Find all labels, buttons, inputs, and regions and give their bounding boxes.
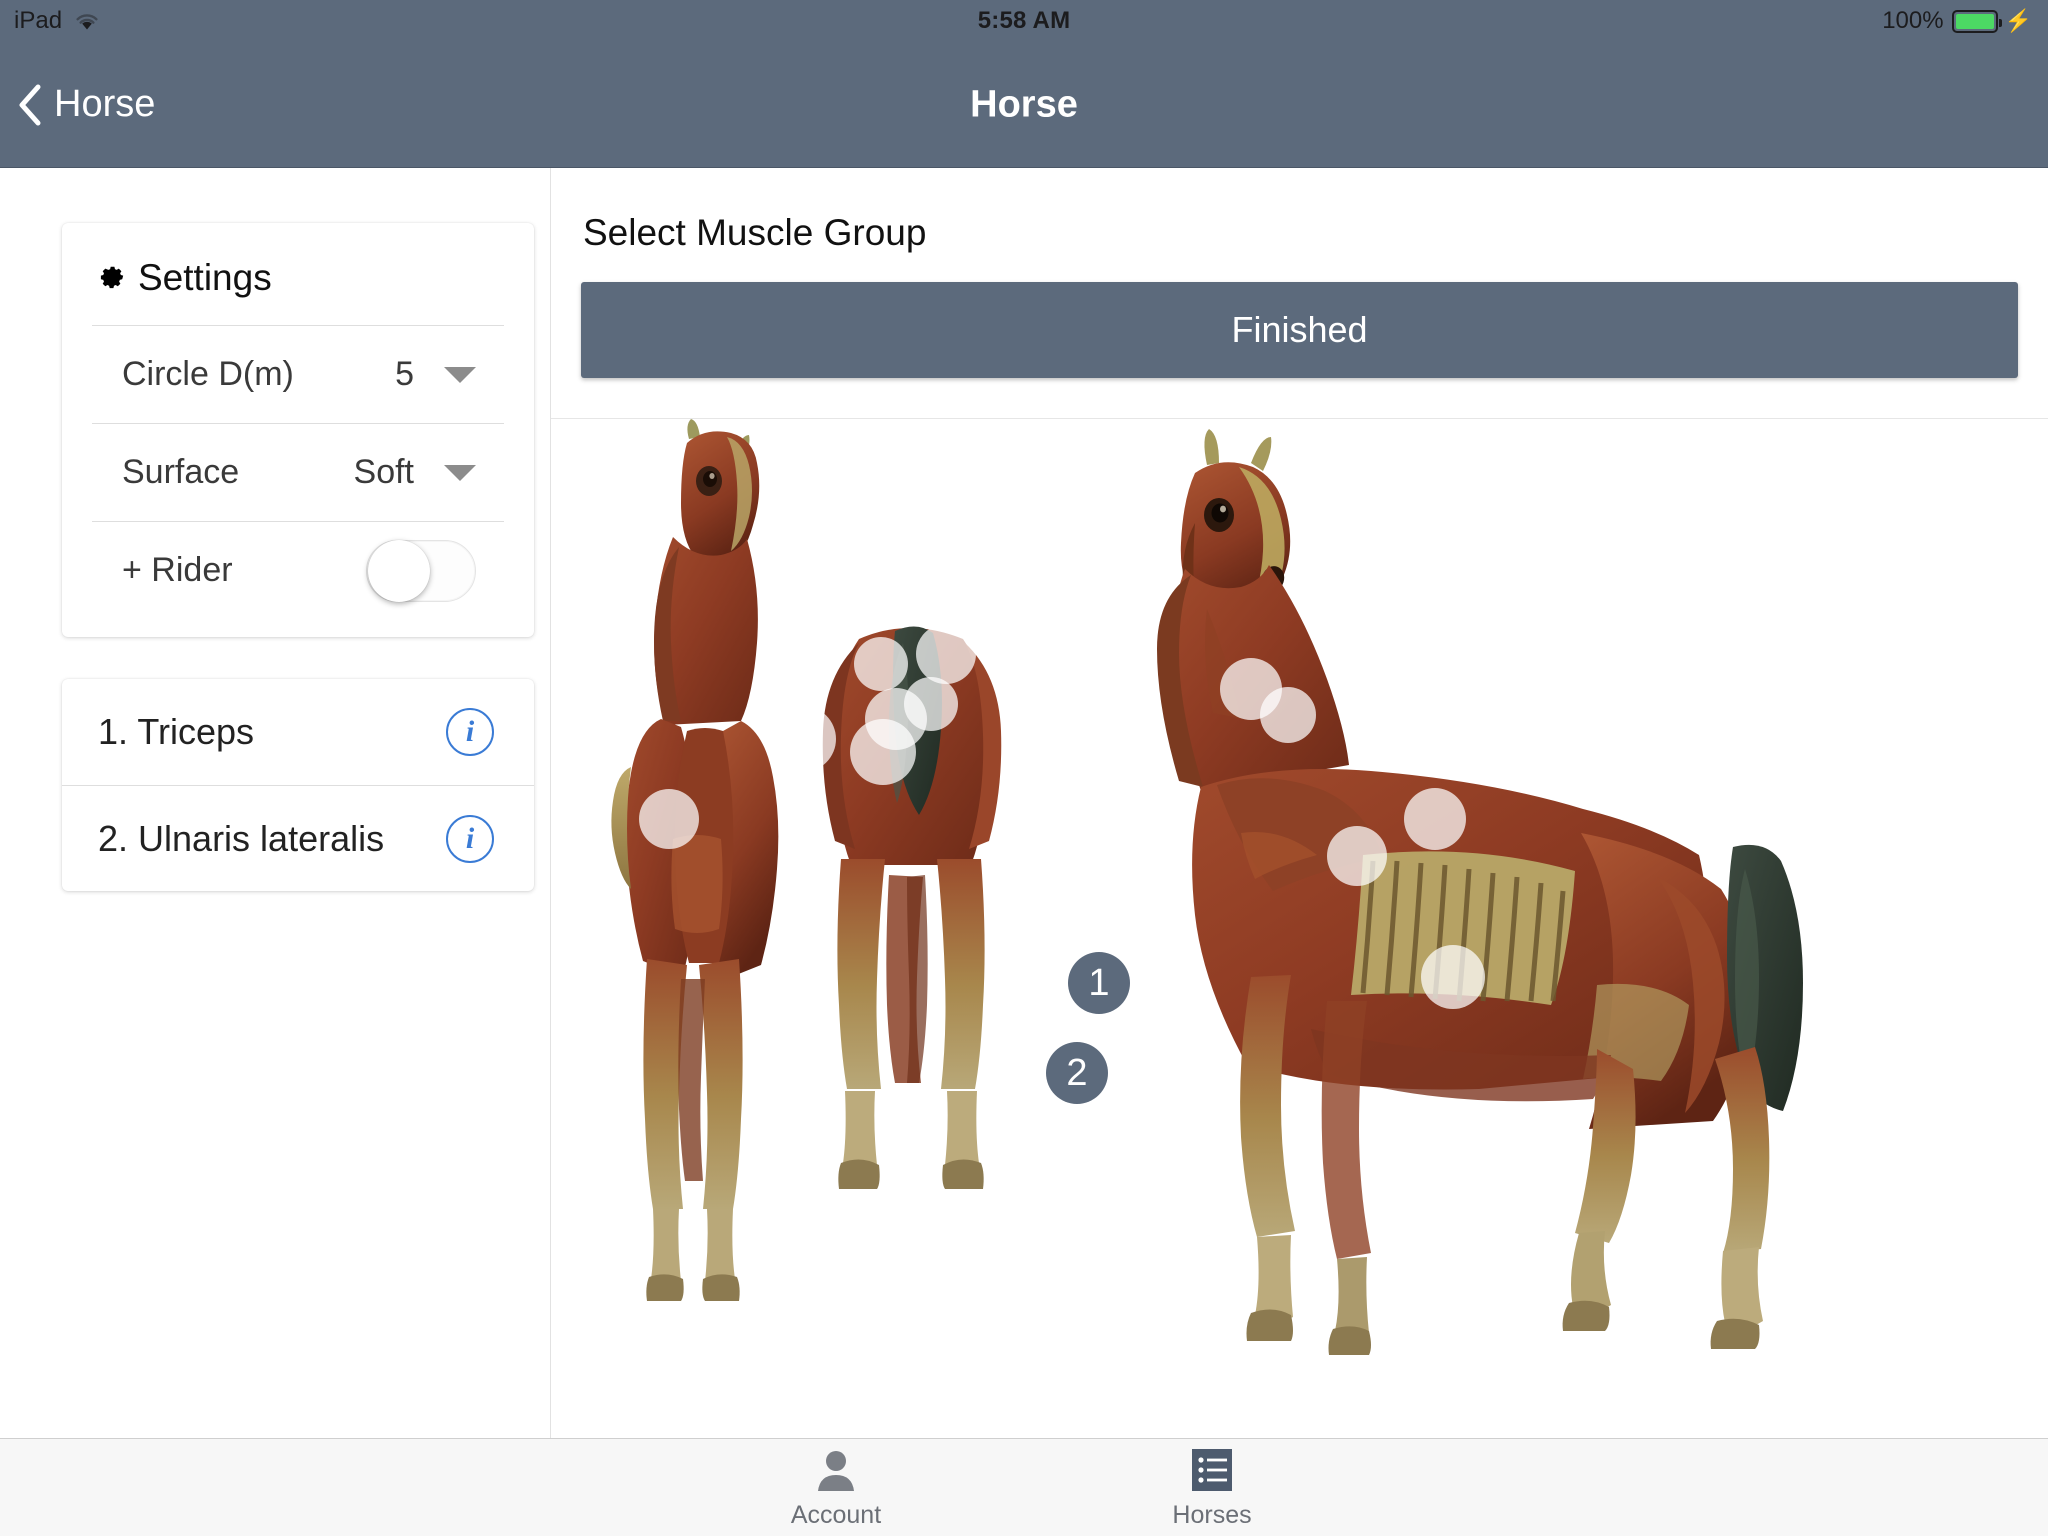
muscle-hotspot[interactable] [1327,826,1387,886]
tab-bar: Account Horses [0,1438,2048,1536]
list-item[interactable]: 2. Ulnaris lateralis i [62,785,534,891]
setting-label-rider: + Rider [122,551,233,589]
muscle-hotspot[interactable] [916,624,976,684]
page-title: Horse [970,83,1078,125]
setting-control-surface[interactable]: Soft [354,453,498,492]
tab-account[interactable]: Account [746,1445,926,1530]
status-bar: iPad 5:58 AM 100% ⚡ [0,0,2048,42]
muscle-hotspot[interactable] [854,637,908,691]
main-panel-header: Select Muscle Group Finished [551,168,2048,419]
setting-row-rider[interactable]: + Rider [92,521,504,619]
horse-anatomy-illustration [611,419,1803,1355]
select-muscle-group-title: Select Muscle Group [583,212,927,253]
tab-horses[interactable]: Horses [1122,1445,1302,1530]
muscle-hotspot[interactable] [1421,945,1485,1009]
selected-muscle-marker[interactable]: 2 [1046,1042,1108,1104]
muscle-hotspot[interactable] [1023,629,1089,695]
chevron-down-icon[interactable] [444,366,476,383]
list-item[interactable]: 1. Triceps i [62,679,534,785]
setting-row-circle-diameter[interactable]: Circle D(m) 5 [92,325,504,423]
tab-label-horses: Horses [1172,1501,1252,1529]
muscle-hotspot[interactable] [1040,723,1106,789]
clock: 5:58 AM [977,7,1071,34]
muscle-hotspot[interactable] [1404,788,1466,850]
toggle-knob [368,539,430,602]
horse-lateral-view [1157,429,1803,1355]
content-area: Settings Circle D(m) 5 Surface Soft + Ri… [0,168,2048,1438]
lightning-bolt-icon: ⚡ [2004,8,2032,33]
muscle-hotspot[interactable] [770,706,836,772]
selected-muscle-list: 1. Triceps i 2. Ulnaris lateralis i [62,679,534,891]
left-sidebar: Settings Circle D(m) 5 Surface Soft + Ri… [62,223,534,891]
setting-row-surface[interactable]: Surface Soft [92,423,504,521]
chevron-down-icon[interactable] [444,464,476,481]
info-circle-icon[interactable]: i [446,708,494,756]
muscle-hotspot[interactable] [1260,687,1316,743]
battery-full-icon [1951,9,2002,33]
finished-button[interactable]: Finished [581,282,2018,378]
info-circle-icon[interactable]: i [446,814,494,863]
muscle-hotspot[interactable] [850,719,916,785]
gear-icon [100,266,124,289]
settings-title: Settings [138,257,272,298]
setting-value-surface: Soft [353,453,414,491]
setting-value-circle-diameter: 5 [395,355,414,393]
battery-percent: 100% [1882,7,1944,34]
muscle-hotspot[interactable] [977,513,1039,575]
setting-label-surface: Surface [122,453,240,491]
horse-front-view [611,419,779,1301]
nav-bar: Horse Horse [0,42,2048,168]
setting-control-circle-diameter[interactable]: 5 [395,355,498,394]
muscle-hotspot[interactable] [639,789,699,849]
settings-header: Settings [62,223,534,325]
main-panel: Select Muscle Group Finished 1 2 [550,168,2048,1438]
setting-control-rider[interactable] [366,539,498,602]
rider-toggle[interactable] [366,539,476,602]
tab-label-account: Account [790,1501,882,1529]
muscle-label: 2. Ulnaris lateralis [98,817,385,859]
setting-label-circle-diameter: Circle D(m) [122,355,294,393]
muscle-hotspot[interactable] [1380,645,1438,703]
person-icon [813,1445,859,1493]
status-bar-right: 100% ⚡ [1882,7,2032,35]
list-icon [1189,1445,1235,1493]
horse-anatomy-viewer[interactable]: 12 [551,419,2048,1421]
muscle-label: 1. Triceps [98,711,255,752]
settings-card: Settings Circle D(m) 5 Surface Soft + Ri… [62,223,534,637]
selected-muscle-marker[interactable]: 1 [1068,952,1130,1014]
